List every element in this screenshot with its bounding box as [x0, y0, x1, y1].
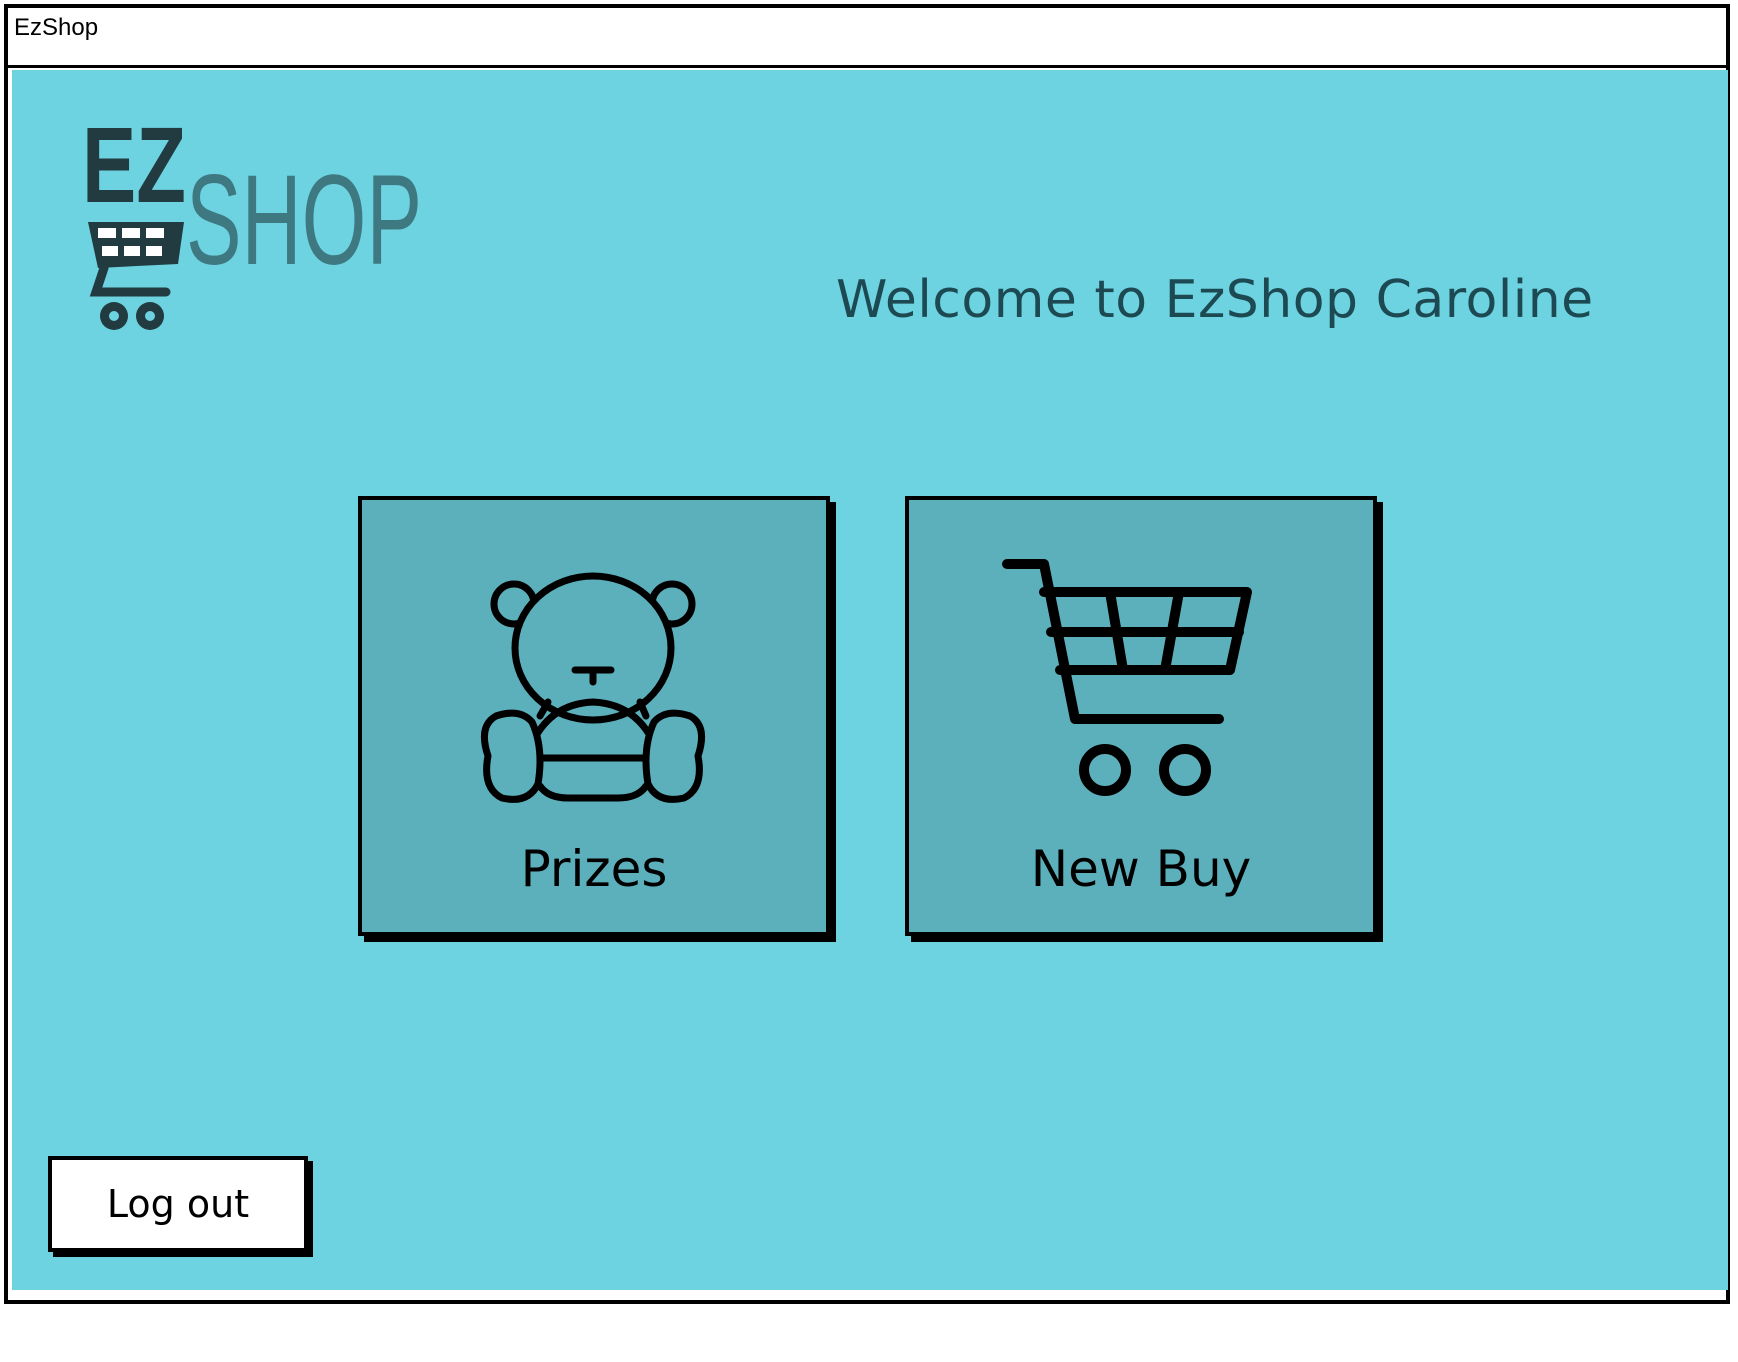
new-buy-label: New Buy	[1030, 840, 1252, 898]
status-bar	[4, 1300, 1730, 1356]
ezshop-logo: EZ SHOP	[82, 104, 432, 340]
shopping-cart-icon	[1002, 559, 1252, 796]
new-buy-button[interactable]: New Buy	[905, 496, 1377, 936]
window-title: EzShop	[14, 14, 99, 41]
prizes-button[interactable]: Prizes	[358, 496, 830, 936]
logo-graphic: EZ SHOP	[82, 104, 422, 330]
logo-shop-text: SHOP	[186, 149, 422, 292]
teddy-bear-icon	[480, 572, 706, 803]
prizes-label: Prizes	[520, 840, 668, 898]
logout-button[interactable]: Log out	[48, 1156, 308, 1252]
logo-ez-text: EZ	[82, 110, 186, 225]
shopping-cart-icon	[88, 222, 184, 330]
logout-label: Log out	[106, 1182, 250, 1226]
title-bar: EzShop	[4, 4, 1730, 68]
welcome-heading: Welcome to EzShop Caroline	[836, 270, 1594, 330]
